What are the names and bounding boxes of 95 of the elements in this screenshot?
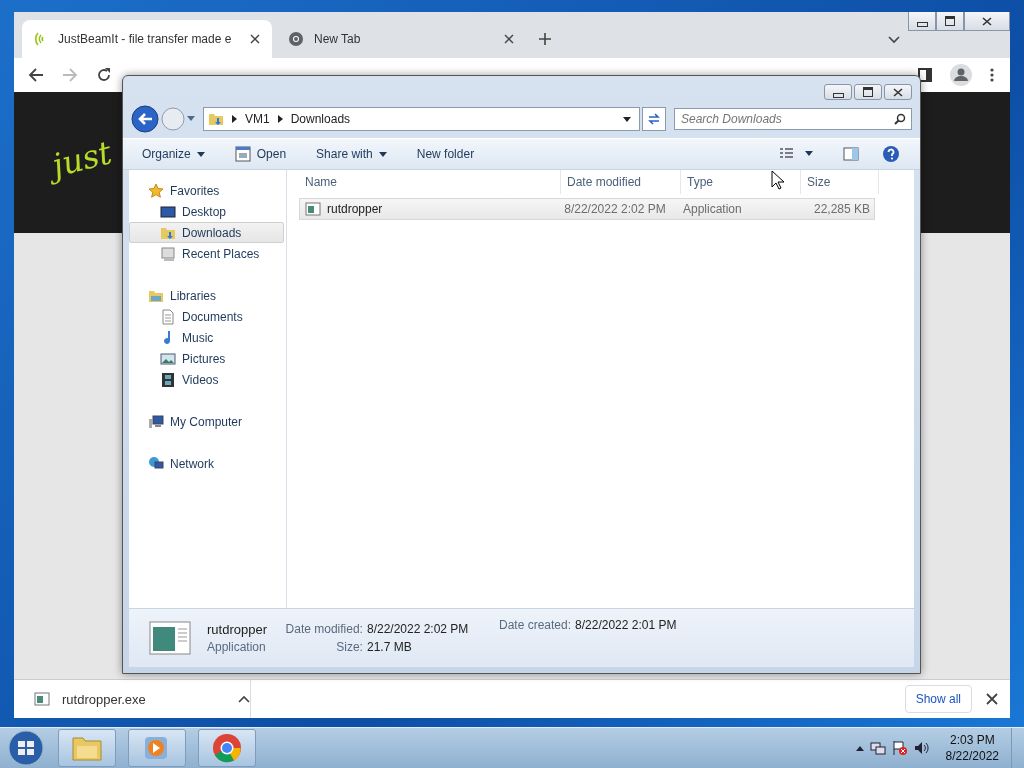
nav-item[interactable]: Favorites bbox=[129, 180, 284, 201]
field-value: 21.7 MB bbox=[366, 640, 413, 654]
date-modified-cell: 8/22/2022 2:02 PM bbox=[564, 202, 666, 216]
toolbar-button[interactable]: Open bbox=[227, 142, 294, 166]
column-header[interactable]: Date modified bbox=[561, 170, 681, 194]
search-field[interactable]: Search Downloads bbox=[674, 108, 912, 130]
close-button[interactable] bbox=[964, 12, 1010, 31]
close-icon[interactable] bbox=[893, 87, 903, 97]
field-label: Date created: bbox=[499, 618, 572, 632]
column-header[interactable]: Name bbox=[299, 170, 561, 194]
close-button[interactable] bbox=[884, 84, 912, 100]
chevron-down-icon[interactable] bbox=[888, 36, 900, 44]
flag-warning-icon[interactable] bbox=[891, 740, 908, 756]
application-file-icon bbox=[34, 692, 50, 706]
star-icon bbox=[148, 182, 164, 199]
dropdown-arrow-icon[interactable] bbox=[623, 116, 631, 122]
file-name: rutdropper bbox=[327, 202, 383, 216]
nav-item[interactable]: Pictures bbox=[129, 348, 284, 369]
close-icon[interactable] bbox=[250, 34, 260, 44]
details-filename: rutdropper bbox=[207, 622, 267, 637]
nav-item[interactable]: Libraries bbox=[129, 285, 284, 306]
download-filename[interactable]: rutdropper.exe bbox=[62, 691, 226, 707]
reload-icon[interactable] bbox=[96, 67, 112, 83]
application-file-icon bbox=[149, 621, 191, 655]
close-icon[interactable] bbox=[986, 693, 998, 705]
breadcrumb-arrow-icon bbox=[277, 115, 283, 123]
search-icon[interactable] bbox=[894, 113, 906, 125]
network-icon[interactable] bbox=[869, 740, 886, 756]
document-icon bbox=[160, 308, 176, 325]
breadcrumb[interactable]: Downloads bbox=[290, 112, 351, 126]
file-row[interactable]: rutdropper 8/22/2022 2:02 PM Application 22,285 KB bbox=[299, 198, 875, 220]
caret-up-icon[interactable] bbox=[855, 745, 864, 751]
field-label: Date modified: bbox=[284, 622, 363, 636]
caret-up-icon[interactable] bbox=[238, 695, 250, 703]
back-button-icon[interactable] bbox=[131, 105, 159, 133]
close-icon[interactable] bbox=[504, 34, 514, 44]
nav-item[interactable]: Videos bbox=[129, 369, 284, 390]
application-window-icon[interactable] bbox=[234, 146, 251, 162]
size-cell: 22,285 KB bbox=[813, 202, 870, 216]
folder-icon bbox=[208, 111, 224, 127]
field-label: Size: bbox=[335, 640, 363, 654]
nav-item[interactable]: Downloads bbox=[129, 222, 284, 243]
monitor-icon bbox=[160, 203, 176, 220]
maximize-button[interactable] bbox=[854, 84, 882, 100]
address-bar[interactable]: VM1 Downloads bbox=[203, 107, 640, 131]
type-cell: Application bbox=[683, 202, 742, 216]
browser-tab[interactable]: New Tab bbox=[276, 20, 526, 58]
browser-logo-icon bbox=[212, 733, 242, 763]
new-tab-icon[interactable] bbox=[538, 32, 552, 46]
nav-item[interactable]: Network bbox=[129, 453, 284, 474]
start-button-icon[interactable] bbox=[6, 729, 46, 767]
caret-down-icon[interactable] bbox=[196, 151, 205, 157]
field-value: 8/22/2022 2:01 PM bbox=[575, 618, 677, 632]
computer-icon bbox=[148, 413, 164, 430]
network-icon bbox=[148, 455, 164, 472]
show-all-button[interactable]: Show all bbox=[904, 685, 972, 713]
film-icon bbox=[160, 371, 176, 388]
column-header[interactable]: Size bbox=[801, 170, 879, 194]
nav-item[interactable]: Desktop bbox=[129, 201, 284, 222]
recent-places-icon bbox=[160, 245, 176, 262]
help-icon[interactable] bbox=[882, 145, 900, 163]
list-view-icon[interactable] bbox=[779, 148, 813, 160]
toolbar-button[interactable]: Share with bbox=[309, 143, 394, 165]
toolbar-button[interactable]: New folder bbox=[409, 143, 482, 165]
breadcrumb[interactable]: VM1 bbox=[245, 112, 270, 126]
nav-item[interactable]: Documents bbox=[129, 306, 284, 327]
clock-time[interactable]: 2:03 PM bbox=[949, 733, 995, 747]
refresh-arrows-icon[interactable] bbox=[647, 113, 661, 125]
nav-item[interactable]: My Computer bbox=[129, 411, 284, 432]
details-type: Application bbox=[207, 640, 267, 654]
preview-pane-icon[interactable] bbox=[843, 147, 859, 161]
field-value: 8/22/2022 2:02 PM bbox=[366, 622, 470, 636]
toolbar-button[interactable]: Organize bbox=[135, 143, 212, 165]
refresh-button[interactable] bbox=[642, 107, 666, 131]
folder-icon bbox=[71, 734, 103, 762]
minimize-button[interactable] bbox=[824, 84, 852, 100]
nav-item[interactable]: Recent Places bbox=[129, 243, 284, 264]
application-file-icon bbox=[305, 202, 321, 216]
sidebar-icon[interactable] bbox=[918, 68, 932, 82]
caret-down-icon[interactable] bbox=[378, 151, 387, 157]
breadcrumb-arrow-icon bbox=[232, 115, 237, 123]
clock-date[interactable]: 8/22/2022 bbox=[945, 749, 999, 763]
browser-tab[interactable]: JustBeamIt - file transfer made e bbox=[22, 20, 272, 58]
globe-icon bbox=[288, 31, 304, 47]
profile-avatar-icon[interactable] bbox=[950, 64, 972, 86]
back-arrow-icon[interactable] bbox=[28, 67, 44, 83]
minimize-button[interactable] bbox=[908, 12, 936, 31]
kebab-menu-icon[interactable] bbox=[990, 68, 994, 82]
picture-icon bbox=[160, 350, 176, 367]
maximize-button[interactable] bbox=[936, 12, 964, 31]
close-icon[interactable] bbox=[982, 16, 992, 26]
nav-item[interactable]: Music bbox=[129, 327, 284, 348]
speaker-icon[interactable] bbox=[913, 740, 930, 756]
taskbar-button[interactable] bbox=[198, 729, 256, 767]
site-logo: just bbox=[48, 133, 116, 185]
